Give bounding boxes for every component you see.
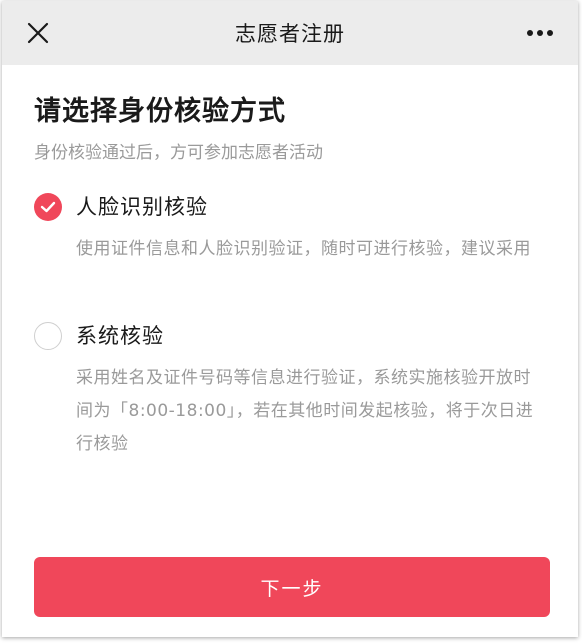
option-description: 使用证件信息和人脸识别验证，随时可进行核验，建议采用: [76, 239, 531, 259]
nav-title: 志愿者注册: [235, 22, 345, 46]
page-subtitle: 身份核验通过后，方可参加志愿者活动: [34, 143, 323, 163]
close-button[interactable]: [20, 15, 56, 51]
radio-checked[interactable]: [34, 193, 62, 221]
next-button[interactable]: 下一步: [34, 557, 550, 617]
option-face-verification[interactable]: 人脸识别核验 使用证件信息和人脸识别验证，随时可进行核验，建议采用: [34, 193, 546, 266]
main-content: 请选择身份核验方式 身份核验通过后，方可参加志愿者活动 人脸识别核验 使用证件信…: [2, 95, 578, 461]
app-frame: 志愿者注册 请选择身份核验方式 身份核验通过后，方可参加志愿者活动 人脸识别核验…: [2, 1, 578, 637]
close-icon: [27, 22, 49, 44]
option-label: 人脸识别核验: [76, 195, 208, 219]
more-button[interactable]: [522, 15, 558, 51]
radio-unchecked[interactable]: [34, 322, 62, 350]
navbar: 志愿者注册: [2, 1, 578, 65]
page-title: 请选择身份核验方式: [34, 96, 286, 127]
option-description: 采用姓名及证件号码等信息进行验证，系统实施核验开放时间为「8:00-18:00」…: [76, 368, 534, 454]
more-icon: [527, 30, 553, 36]
checkmark-icon: [40, 201, 56, 213]
option-head[interactable]: 系统核验: [34, 322, 546, 350]
option-head[interactable]: 人脸识别核验: [34, 193, 546, 221]
option-label: 系统核验: [76, 324, 164, 348]
option-system-verification[interactable]: 系统核验 采用姓名及证件号码等信息进行验证，系统实施核验开放时间为「8:00-1…: [34, 322, 546, 461]
